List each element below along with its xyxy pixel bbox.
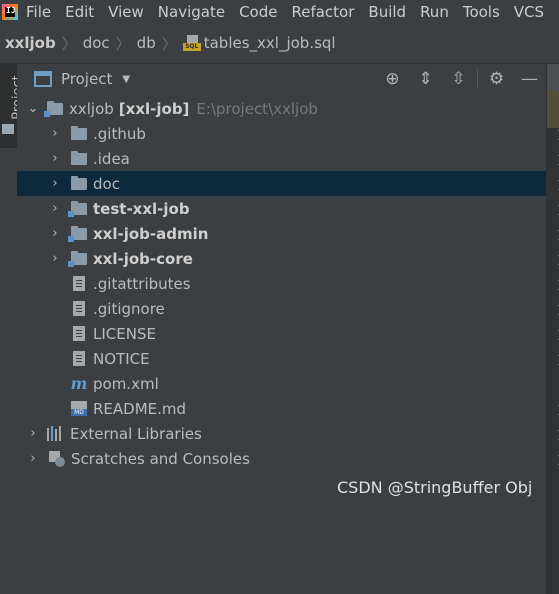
menu-code[interactable]: Code <box>239 3 277 21</box>
module-folder-icon <box>44 100 63 117</box>
menu-bar: IJ File Edit View Navigate Code Refactor… <box>0 0 559 23</box>
breadcrumb: xxljob 〉 doc 〉 db 〉 SQL tables_xxl_job.s… <box>0 23 559 64</box>
editor-tab-strip <box>547 64 559 90</box>
tree-item-license[interactable]: LICENSE <box>17 321 546 346</box>
chevron-right-icon[interactable]: › <box>47 176 63 191</box>
tree-item-label: .gitattributes <box>93 274 191 293</box>
project-panel-header: Project ▼ ⊕ ⇕ ⇳ ⚙ — <box>17 64 546 94</box>
tree-item-notice[interactable]: NOTICE <box>17 346 546 371</box>
menu-run[interactable]: Run <box>420 3 449 21</box>
watermark: CSDN @StringBuffer Obj <box>337 478 533 497</box>
chevron-right-icon[interactable]: › <box>47 126 63 141</box>
tree-item-readme[interactable]: README.md <box>17 396 546 421</box>
ignore-file-icon <box>73 301 85 316</box>
expand-all-icon[interactable]: ⇕ <box>409 69 442 89</box>
module-name: [xxl-job] <box>118 99 190 118</box>
menu-navigate[interactable]: Navigate <box>158 3 225 21</box>
menu-view[interactable]: View <box>108 3 144 21</box>
tree-item-label: README.md <box>93 399 187 418</box>
sql-file-icon: SQL <box>182 35 201 51</box>
editor-gutter: 1 1 1 1 1 1 1 1 1 1 1 1 1 <box>546 64 559 594</box>
maven-icon: m <box>70 374 88 393</box>
tree-item-label: xxl-job-admin <box>93 224 209 243</box>
menu-refactor[interactable]: Refactor <box>291 3 354 21</box>
breadcrumb-db[interactable]: db <box>137 34 156 52</box>
tree-item-gitignore[interactable]: .gitignore <box>17 296 546 321</box>
project-path: E:\project\xxljob <box>196 99 318 118</box>
chevron-right-icon[interactable]: › <box>47 226 63 241</box>
chevron-down-icon[interactable]: ⌄ <box>25 101 41 116</box>
tree-item-label: xxl-job-core <box>93 249 193 268</box>
module-folder-icon <box>68 225 87 242</box>
locate-icon[interactable]: ⊕ <box>376 69 409 89</box>
tree-item-test-xxl-job[interactable]: › test-xxl-job <box>17 196 546 221</box>
toolbar-divider <box>477 69 478 89</box>
tree-item-gitattributes[interactable]: .gitattributes <box>17 271 546 296</box>
tree-item-xxl-job-admin[interactable]: › xxl-job-admin <box>17 221 546 246</box>
project-view-selector[interactable]: Project <box>61 70 112 88</box>
breadcrumb-separator: 〉 <box>61 34 77 53</box>
menu-edit[interactable]: Edit <box>65 3 94 21</box>
text-file-icon <box>73 276 85 291</box>
breadcrumb-project[interactable]: xxljob <box>5 34 56 52</box>
tree-item-doc[interactable]: › doc <box>17 171 546 196</box>
minimize-icon[interactable]: — <box>513 69 546 89</box>
text-file-icon <box>73 326 85 341</box>
tree-item-idea[interactable]: › .idea <box>17 146 546 171</box>
tree-item-scratches[interactable]: › Scratches and Consoles <box>17 446 546 471</box>
tree-item-label: .idea <box>93 149 130 168</box>
menu-tools[interactable]: Tools <box>463 3 500 21</box>
chevron-right-icon[interactable]: › <box>47 251 63 266</box>
breadcrumb-file[interactable]: tables_xxl_job.sql <box>204 34 336 52</box>
scratches-icon <box>49 450 65 467</box>
chevron-right-icon[interactable]: › <box>25 451 41 466</box>
project-panel: Project ▼ ⊕ ⇕ ⇳ ⚙ — ⌄ xxljob [xxl-job] E… <box>17 64 546 594</box>
menu-file[interactable]: File <box>26 3 51 21</box>
module-folder-icon <box>68 250 87 267</box>
tree-root-xxljob[interactable]: ⌄ xxljob [xxl-job] E:\project\xxljob <box>17 96 546 121</box>
project-window-icon <box>34 71 52 87</box>
tree-item-label: External Libraries <box>70 424 202 443</box>
breadcrumb-doc[interactable]: doc <box>83 34 110 52</box>
editor-highlight <box>547 90 559 128</box>
tree-item-label: test-xxl-job <box>93 199 190 218</box>
tree-item-label: xxljob <box>69 99 114 118</box>
chevron-right-icon[interactable]: › <box>25 426 41 441</box>
tree-item-external-libraries[interactable]: › External Libraries <box>17 421 546 446</box>
libraries-icon <box>47 426 65 441</box>
tree-item-label: Scratches and Consoles <box>71 449 250 468</box>
tree-item-label: LICENSE <box>93 324 156 343</box>
chevron-down-icon[interactable]: ▼ <box>122 74 130 85</box>
tree-item-label: doc <box>93 174 120 193</box>
folder-icon <box>71 125 87 140</box>
menu-build[interactable]: Build <box>368 3 406 21</box>
breadcrumb-separator: 〉 <box>115 34 131 53</box>
folder-icon <box>2 124 14 134</box>
tree-item-github[interactable]: › .github <box>17 121 546 146</box>
project-tool-tab[interactable]: Project <box>0 64 26 148</box>
tree-item-pom[interactable]: m pom.xml <box>17 371 546 396</box>
tree-item-xxl-job-core[interactable]: › xxl-job-core <box>17 246 546 271</box>
chevron-right-icon[interactable]: › <box>47 201 63 216</box>
folder-icon <box>71 175 87 190</box>
intellij-logo-icon: IJ <box>2 3 18 20</box>
collapse-all-icon[interactable]: ⇳ <box>442 69 475 89</box>
markdown-file-icon <box>71 401 87 416</box>
chevron-right-icon[interactable]: › <box>47 151 63 166</box>
menu-vcs[interactable]: VCS <box>514 3 544 21</box>
tree-item-label: pom.xml <box>93 374 159 393</box>
module-folder-icon <box>68 200 87 217</box>
folder-icon <box>71 150 87 165</box>
tree-item-label: .gitignore <box>93 299 165 318</box>
tree-item-label: NOTICE <box>93 349 150 368</box>
text-file-icon <box>73 351 85 366</box>
tree-item-label: .github <box>93 124 146 143</box>
gear-icon[interactable]: ⚙ <box>480 69 513 89</box>
breadcrumb-separator: 〉 <box>161 34 177 53</box>
